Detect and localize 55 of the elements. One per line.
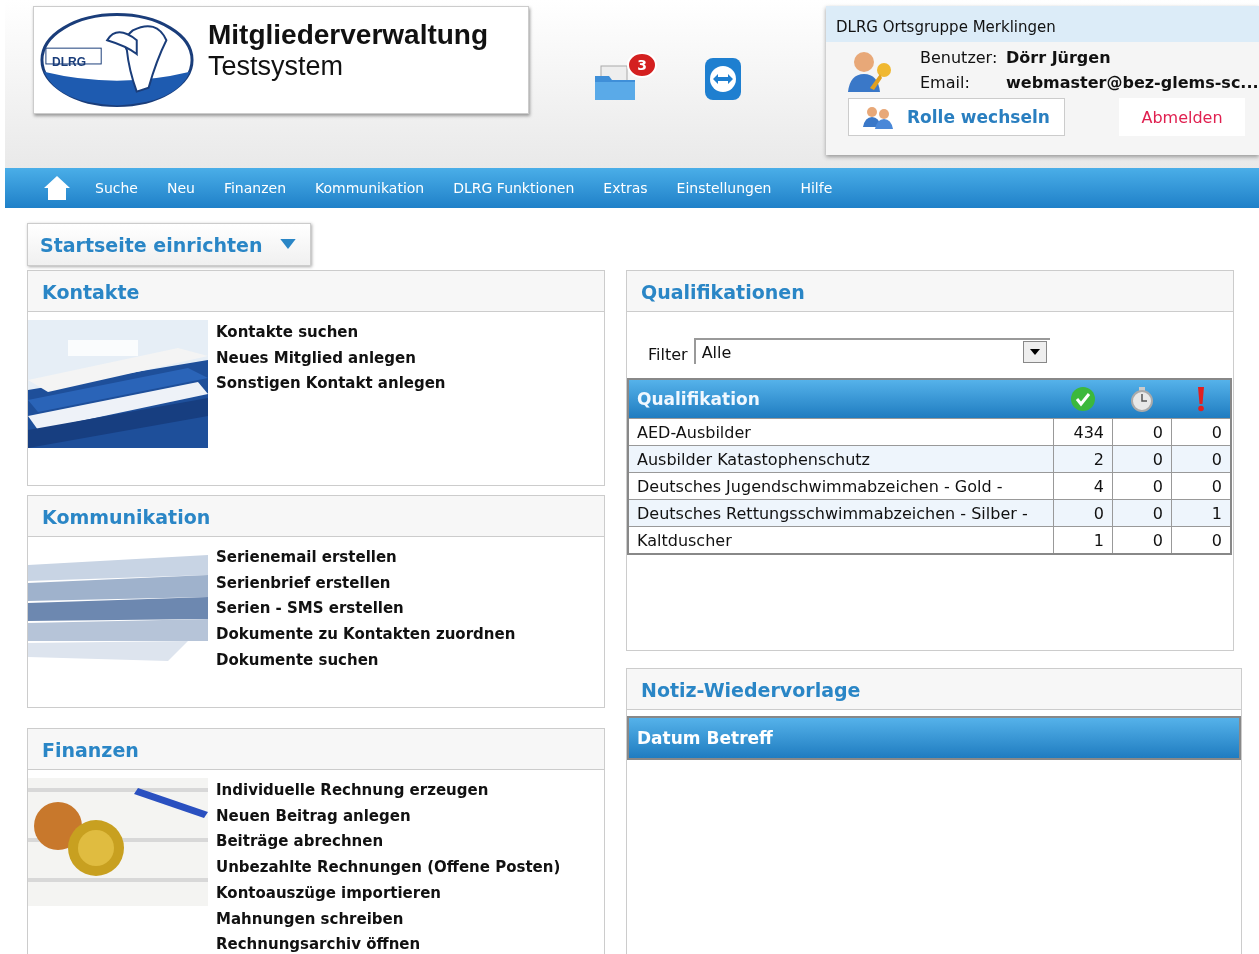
menu-link[interactable]: Neuen Beitrag anlegen bbox=[216, 803, 561, 830]
email-label: Email: bbox=[920, 73, 971, 94]
menu-link[interactable]: Dokumente zu Kontakten zuordnen bbox=[216, 622, 516, 648]
menu-link[interactable]: Beiträge abrechnen bbox=[216, 829, 561, 856]
table-cell: 434 bbox=[1053, 418, 1113, 446]
table-cell: Deutsches Jugendschwimmabzeichen - Gold - bbox=[628, 472, 1054, 500]
menu-link[interactable]: Rechnungsarchiv öffnen bbox=[216, 932, 561, 954]
column-header: Betreff bbox=[706, 728, 773, 748]
menu-link[interactable]: Kontoauszüge importieren bbox=[216, 880, 561, 907]
logout-button[interactable]: Abmelden bbox=[1119, 98, 1245, 136]
table-cell: Ausbilder Katastophenschutz bbox=[628, 445, 1054, 473]
menu-link[interactable]: Sonstigen Kontakt anlegen bbox=[216, 371, 446, 398]
stopwatch-icon bbox=[1128, 386, 1155, 412]
column-header: Qualifikation bbox=[636, 389, 761, 409]
user-label: Benutzer: bbox=[920, 48, 999, 69]
email-address: webmaster@bez-glems-sc... bbox=[1006, 73, 1259, 94]
menu-link[interactable]: Individuelle Rechnung erzeugen bbox=[216, 778, 561, 804]
app-title: Mitgliederverwaltung bbox=[208, 18, 489, 51]
setup-dropdown-button[interactable]: Startseite einrichten bbox=[27, 223, 312, 266]
section-title: Kontakte bbox=[28, 271, 604, 312]
section-title: Finanzen bbox=[28, 729, 604, 770]
menu-link[interactable]: Dokumente suchen bbox=[216, 647, 516, 674]
remote-support-icon[interactable] bbox=[703, 56, 743, 102]
menu-link[interactable]: Neues Mitglied anlegen bbox=[216, 345, 446, 372]
app-subtitle: Testsystem bbox=[208, 50, 345, 82]
section-title: Notiz-Wiedervorlage bbox=[627, 669, 1241, 710]
caret-icon bbox=[280, 239, 297, 250]
menu-link[interactable]: Mahnungen schreiben bbox=[216, 906, 561, 933]
section-title: Qualifikationen bbox=[627, 271, 1233, 312]
caret-icon bbox=[1029, 349, 1040, 355]
menu-link[interactable]: Unbezahlte Rechnungen (Offene Posten) bbox=[216, 855, 561, 881]
column-header: Datum bbox=[637, 728, 701, 748]
menu-link[interactable]: Kontakte suchen bbox=[216, 320, 446, 346]
menu-link[interactable]: Serienbrief erstellen bbox=[216, 570, 516, 597]
table-cell: AED-Ausbilder bbox=[628, 418, 1054, 446]
menu-link[interactable]: Serien - SMS erstellen bbox=[216, 596, 516, 623]
check-icon bbox=[1069, 386, 1096, 412]
table-cell: Deutsches Rettungsschwimmabzeichen - Silber - bbox=[628, 499, 1054, 527]
logo-icon bbox=[38, 10, 196, 110]
section-title: Kommunikation bbox=[28, 496, 604, 537]
switch-role-button[interactable]: Rolle wechseln bbox=[848, 98, 1065, 136]
menu-link[interactable]: Serienemail erstellen bbox=[216, 545, 516, 571]
organization-name: DLRG Ortsgruppe Merklingen bbox=[826, 6, 1259, 42]
home-icon[interactable] bbox=[43, 175, 71, 201]
table-cell: 0 bbox=[1112, 418, 1172, 446]
table-cell: 0 bbox=[1171, 418, 1231, 446]
filter-dropdown[interactable]: Alle bbox=[693, 338, 1050, 364]
users-icon bbox=[863, 105, 893, 129]
table-cell: 4 bbox=[1053, 472, 1113, 500]
filter-label: Filter bbox=[648, 345, 688, 364]
folder-icon bbox=[593, 62, 637, 102]
notification-badge: 3 bbox=[627, 52, 657, 78]
user-name: Dörr Jürgen bbox=[1006, 48, 1112, 69]
table-cell: 0 bbox=[1112, 472, 1172, 500]
logo-text: DLRG bbox=[52, 55, 86, 69]
